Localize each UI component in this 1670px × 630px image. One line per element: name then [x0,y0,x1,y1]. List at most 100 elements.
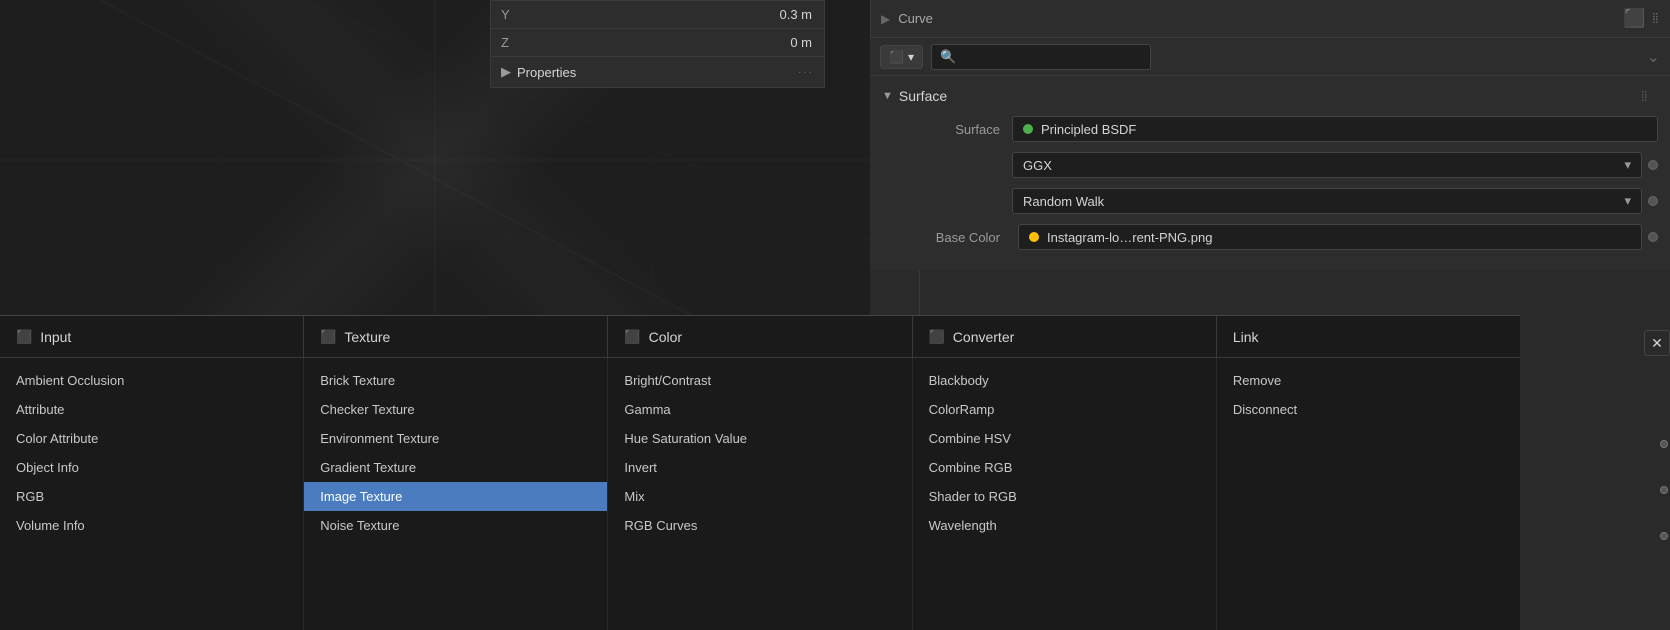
z-transform-row[interactable]: Z 0 m [491,29,824,57]
menu-item-brick-texture[interactable]: Brick Texture [304,366,607,395]
random-walk-connector-dot [1648,196,1658,206]
base-color-value: Instagram-lo…rent-PNG.png [1047,230,1212,245]
converter-section: Blackbody ColorRamp Combine HSV Combine … [913,358,1217,630]
properties-label: Properties [517,65,576,80]
transform-panel: Y 0.3 m Z 0 m ▶ Properties ··· [490,0,825,88]
input-section: Ambient Occlusion Attribute Color Attrib… [0,358,304,630]
curve-left-dots: ▶ [881,12,890,26]
converter-col-title: Converter [953,329,1014,345]
menu-item-gradient-texture[interactable]: Gradient Texture [304,453,607,482]
menu-item-blackbody[interactable]: Blackbody [913,366,1216,395]
menu-item-shader-to-rgb[interactable]: Shader to RGB [913,482,1216,511]
menu-item-invert[interactable]: Invert [608,453,911,482]
surface-header: ▼ Surface ⣿ [882,88,1658,104]
menu-item-ambient-occlusion[interactable]: Ambient Occlusion [0,366,303,395]
edge-dot-1 [1660,440,1668,448]
edge-dots-panel [1660,440,1668,540]
curve-label: Curve [898,11,933,26]
menu-item-environment-texture[interactable]: Environment Texture [304,424,607,453]
dropdown-header: ⬛ Input ⬛ Texture ⬛ Color ⬛ Converter Li… [0,316,1520,358]
surface-prop-row: Surface Principled BSDF [882,114,1658,144]
z-value: 0 m [531,35,824,50]
ggx-field[interactable]: GGX ▾ [1012,152,1642,178]
menu-item-bright-contrast[interactable]: Bright/Contrast [608,366,911,395]
texture-section: Brick Texture Checker Texture Environmen… [304,358,608,630]
base-color-dot-icon [1029,232,1039,242]
link-column-header: Link [1217,316,1520,357]
menu-item-gamma[interactable]: Gamma [608,395,911,424]
color-column-header: ⬛ Color [608,316,912,357]
base-color-field[interactable]: Instagram-lo…rent-PNG.png [1018,224,1642,250]
input-col-icon: ⬛ [16,329,32,345]
ggx-arrow-icon: ▾ [1624,157,1631,173]
y-transform-row[interactable]: Y 0.3 m [491,1,824,29]
random-walk-field[interactable]: Random Walk ▾ [1012,188,1642,214]
menu-item-disconnect[interactable]: Disconnect [1217,395,1520,424]
menu-item-hue-saturation[interactable]: Hue Saturation Value [608,424,911,453]
z-label: Z [491,35,531,50]
ggx-row: GGX ▾ [1012,150,1658,180]
menu-item-wavelength[interactable]: Wavelength [913,511,1216,540]
converter-column-header: ⬛ Converter [913,316,1217,357]
random-walk-row: Random Walk ▾ [1012,186,1658,216]
base-color-connector-dot [1648,232,1658,242]
base-color-row: Base Color Instagram-lo…rent-PNG.png [882,222,1658,252]
color-col-icon: ⬛ [624,329,640,345]
texture-col-title: Texture [344,329,390,345]
search-icon: 🔍 [940,49,956,65]
menu-item-color-attribute[interactable]: Color Attribute [0,424,303,453]
color-col-title: Color [649,329,682,345]
search-box[interactable]: 🔍 [931,44,1151,70]
input-column-header: ⬛ Input [0,316,304,357]
menu-item-combine-hsv[interactable]: Combine HSV [913,424,1216,453]
menu-item-volume-info[interactable]: Volume Info [0,511,303,540]
menu-item-rgb[interactable]: RGB [0,482,303,511]
input-col-title: Input [40,329,71,345]
menu-item-mix[interactable]: Mix [608,482,911,511]
close-button[interactable]: ✕ [1644,330,1670,356]
texture-column-header: ⬛ Texture [304,316,608,357]
converter-col-icon: ⬛ [929,329,945,345]
ggx-connector-dot [1648,160,1658,170]
base-color-label: Base Color [882,230,1012,245]
expand-icon[interactable]: ⬛ [1623,8,1645,29]
surface-section: ▼ Surface ⣿ Surface Principled BSDF GGX … [870,76,1670,270]
surface-dot-icon [1023,124,1033,134]
surface-heading: Surface [899,88,947,104]
menu-item-checker-texture[interactable]: Checker Texture [304,395,607,424]
menu-item-image-texture[interactable]: Image Texture [304,482,607,511]
surface-header-dots: ⣿ [1641,91,1650,102]
node-btn-arrow: ▾ [908,50,914,64]
surface-arrow-icon: ▼ [882,90,893,102]
link-col-title: Link [1233,329,1259,345]
menu-item-noise-texture[interactable]: Noise Texture [304,511,607,540]
texture-col-icon: ⬛ [320,329,336,345]
panel-toolbar: ⬛ ▾ 🔍 ⌄ [870,38,1670,76]
menu-item-combine-rgb[interactable]: Combine RGB [913,453,1216,482]
node-icon: ⬛ [889,50,904,64]
dropdown-body: Ambient Occlusion Attribute Color Attrib… [0,358,1520,630]
y-label: Y [491,7,531,22]
surface-prop-label: Surface [882,122,1012,137]
menu-item-attribute[interactable]: Attribute [0,395,303,424]
link-section: Remove Disconnect [1217,358,1520,630]
panel-expand-button[interactable]: ⌄ [1647,47,1660,67]
node-type-button[interactable]: ⬛ ▾ [880,45,923,69]
properties-arrow-icon: ▶ [501,64,511,80]
random-walk-value: Random Walk [1023,194,1104,209]
ggx-value: GGX [1023,158,1052,173]
menu-item-rgb-curves[interactable]: RGB Curves [608,511,911,540]
color-section: Bright/Contrast Gamma Hue Saturation Val… [608,358,912,630]
random-walk-arrow-icon: ▾ [1624,193,1631,209]
menu-item-remove[interactable]: Remove [1217,366,1520,395]
properties-row[interactable]: ▶ Properties ··· [491,57,824,87]
edge-dot-3 [1660,532,1668,540]
dots-grid-icon: ⣿ [1652,13,1660,24]
edge-dot-2 [1660,486,1668,494]
menu-item-object-info[interactable]: Object Info [0,453,303,482]
node-dropdown-panel: ⬛ Input ⬛ Texture ⬛ Color ⬛ Converter Li… [0,315,1520,630]
menu-item-colorramp[interactable]: ColorRamp [913,395,1216,424]
top-bar: ▶ Curve ⬛ ⣿ [870,0,1670,38]
y-value: 0.3 m [531,7,824,22]
surface-value-field[interactable]: Principled BSDF [1012,116,1658,142]
